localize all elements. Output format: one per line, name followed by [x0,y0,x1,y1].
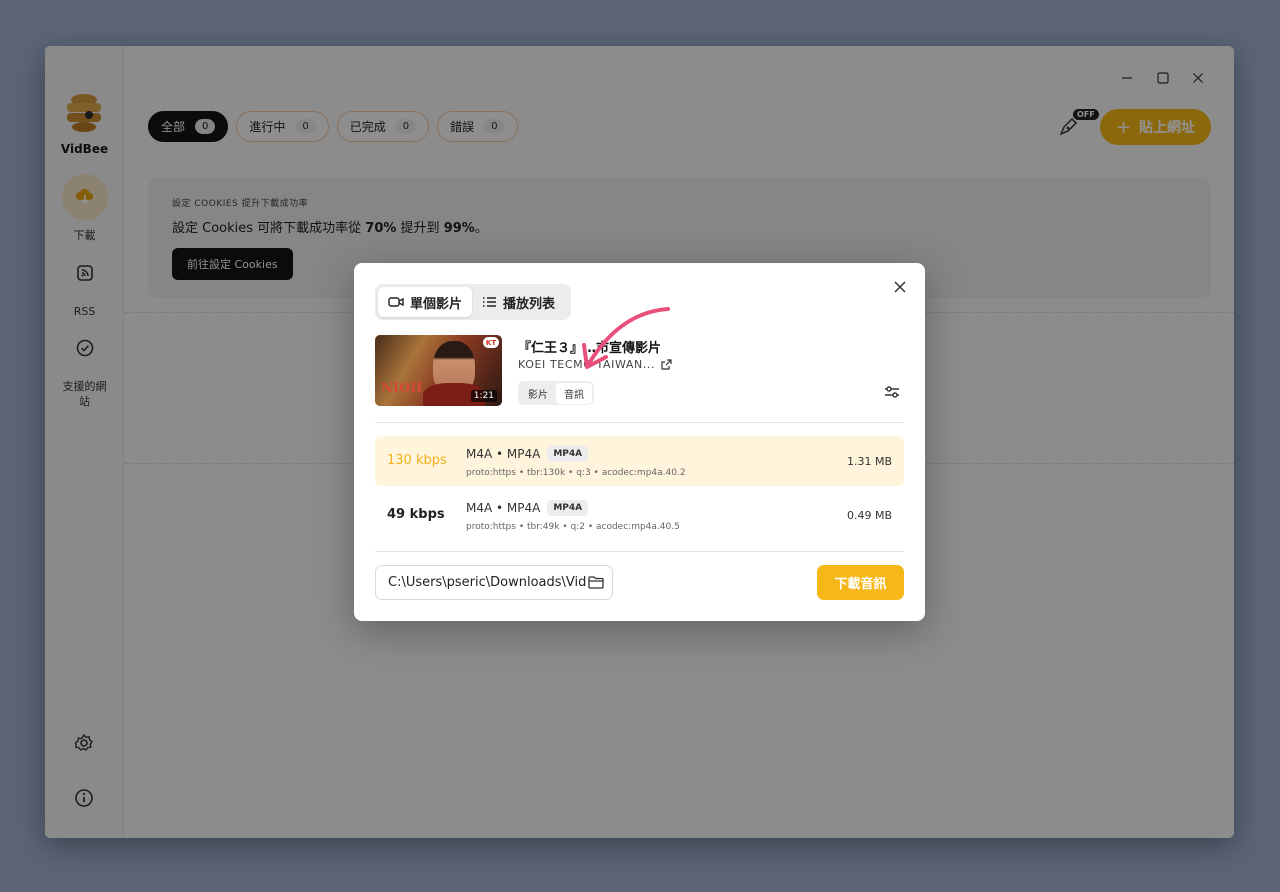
video-duration: 1:21 [470,390,497,402]
mode-label: 播放列表 [503,296,556,312]
format-tab-video[interactable]: 影片 [520,383,556,404]
option-bitrate: 130 kbps [387,453,447,468]
option-details: proto:https • tbr:130k • q:3 • acodec:mp… [466,468,686,478]
option-bitrate: 49 kbps [387,507,445,522]
video-camera-icon [388,297,404,307]
format-type-switch: 影片 音訊 [518,381,594,405]
option-size: 1.31 MB [846,455,892,468]
audio-option-row[interactable]: 49 kbps M4A • MP4A MP4A proto:https • tb… [375,490,904,540]
option-format-text: M4A • MP4A [466,447,541,461]
download-audio-button[interactable]: 下載音訊 [817,565,904,600]
filter-settings-icon[interactable] [883,383,901,401]
save-path-text: C:\Users\pseric\Downloads\VidBee [388,575,586,590]
folder-icon[interactable] [588,575,604,589]
option-format: M4A • MP4A MP4A [466,500,589,516]
thumbnail-logo-text: NIOH [381,381,423,396]
option-details: proto:https • tbr:49k • q:2 • acodec:mp4… [466,522,680,532]
option-format-text: M4A • MP4A [466,501,541,515]
list-icon [483,297,497,307]
codec-badge: MP4A [547,500,589,516]
close-dialog-icon[interactable] [892,279,908,295]
mode-switch: 單個影片 播放列表 [375,284,571,320]
option-format: M4A • MP4A MP4A [466,446,589,462]
annotation-arrow-icon [582,307,670,369]
thumbnail-badge: KT [483,337,499,348]
tab-playlist[interactable]: 播放列表 [472,287,565,317]
divider [375,551,904,552]
format-tab-audio[interactable]: 音訊 [556,382,592,404]
option-size: 0.49 MB [846,509,892,522]
divider [375,422,904,423]
audio-option-row[interactable]: 130 kbps M4A • MP4A MP4A proto:https • t… [375,436,904,486]
video-thumbnail: NIOH KT 1:21 [375,335,502,406]
tab-single-video[interactable]: 單個影片 [378,287,473,317]
mode-label: 單個影片 [410,296,463,312]
save-path-field[interactable]: C:\Users\pseric\Downloads\VidBee [375,565,613,600]
codec-badge: MP4A [547,446,589,462]
download-dialog: 單個影片 播放列表 NIOH KT 1:21 『仁王３』…市宣傳影片 KOEI … [354,263,925,621]
